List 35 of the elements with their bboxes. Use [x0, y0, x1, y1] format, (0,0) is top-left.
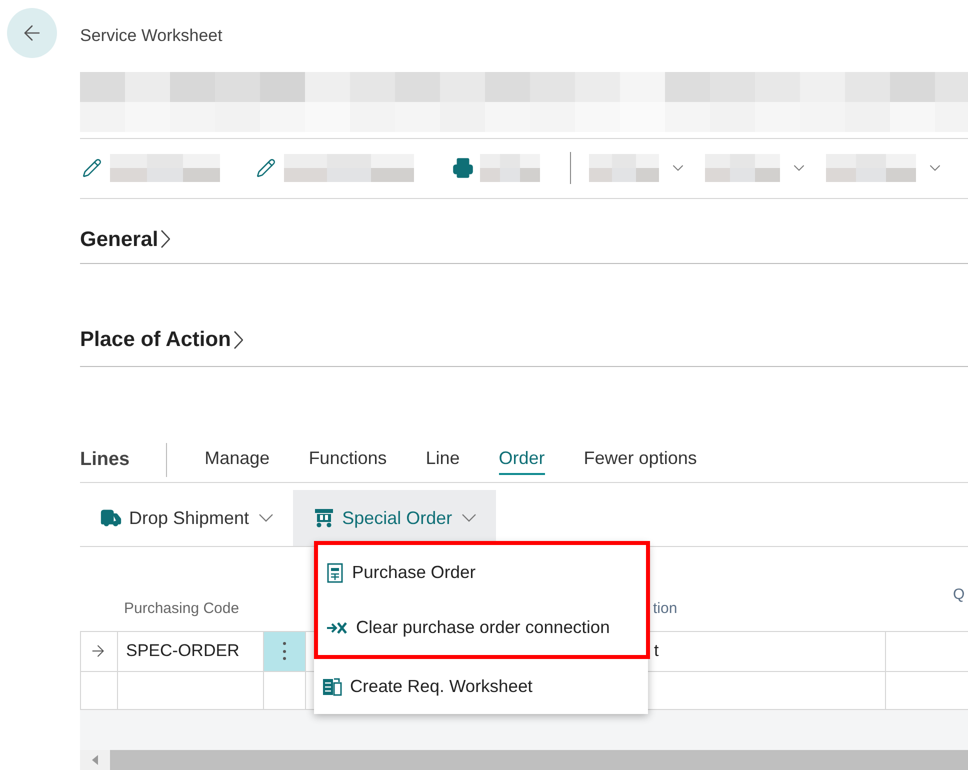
section-header[interactable]: Place of Action: [80, 324, 243, 356]
menu-item[interactable]: Purchase Order: [318, 545, 646, 600]
action-button[interactable]: Drop Shipment: [80, 490, 294, 546]
redacted-text: [480, 154, 540, 182]
chevron-right-icon: [161, 230, 170, 248]
clear-link-icon: [326, 620, 348, 636]
action-button[interactable]: Special Order: [293, 490, 496, 546]
tab[interactable]: Manage: [204, 445, 270, 475]
section-header[interactable]: General: [80, 224, 170, 256]
print-icon[interactable]: [452, 157, 474, 180]
redacted-text: [589, 154, 659, 182]
lines-title: Lines: [80, 448, 130, 472]
menu-item[interactable]: Clear purchase order connection: [318, 600, 646, 655]
cart-icon: [313, 508, 336, 528]
edit-icon[interactable]: [82, 158, 102, 178]
tab[interactable]: Functions: [308, 445, 387, 475]
scroll-left-icon[interactable]: [92, 755, 98, 766]
chevron-right-icon: [234, 330, 243, 349]
worksheet-icon: [322, 676, 342, 696]
row-menu-icon[interactable]: [283, 642, 286, 660]
column-header: Q: [952, 585, 966, 606]
column-header: tion: [652, 599, 678, 620]
column-header: Purchasing Code: [123, 598, 240, 619]
chevron-down-icon: [259, 514, 274, 522]
document-icon: [326, 562, 344, 582]
chevron-down-icon: [462, 514, 476, 522]
edit-icon[interactable]: [256, 158, 276, 178]
tab[interactable]: Line: [426, 445, 460, 475]
tab[interactable]: Fewer options: [584, 445, 697, 475]
table-cell-text: SPEC-ORDER: [125, 640, 240, 662]
horizontal-scrollbar[interactable]: [80, 750, 968, 770]
menu-item[interactable]: Create Req. Worksheet: [314, 659, 648, 714]
table-cell-text: t: [653, 640, 659, 662]
tab[interactable]: Order: [498, 445, 545, 475]
page-title: Service Worksheet: [80, 25, 222, 48]
